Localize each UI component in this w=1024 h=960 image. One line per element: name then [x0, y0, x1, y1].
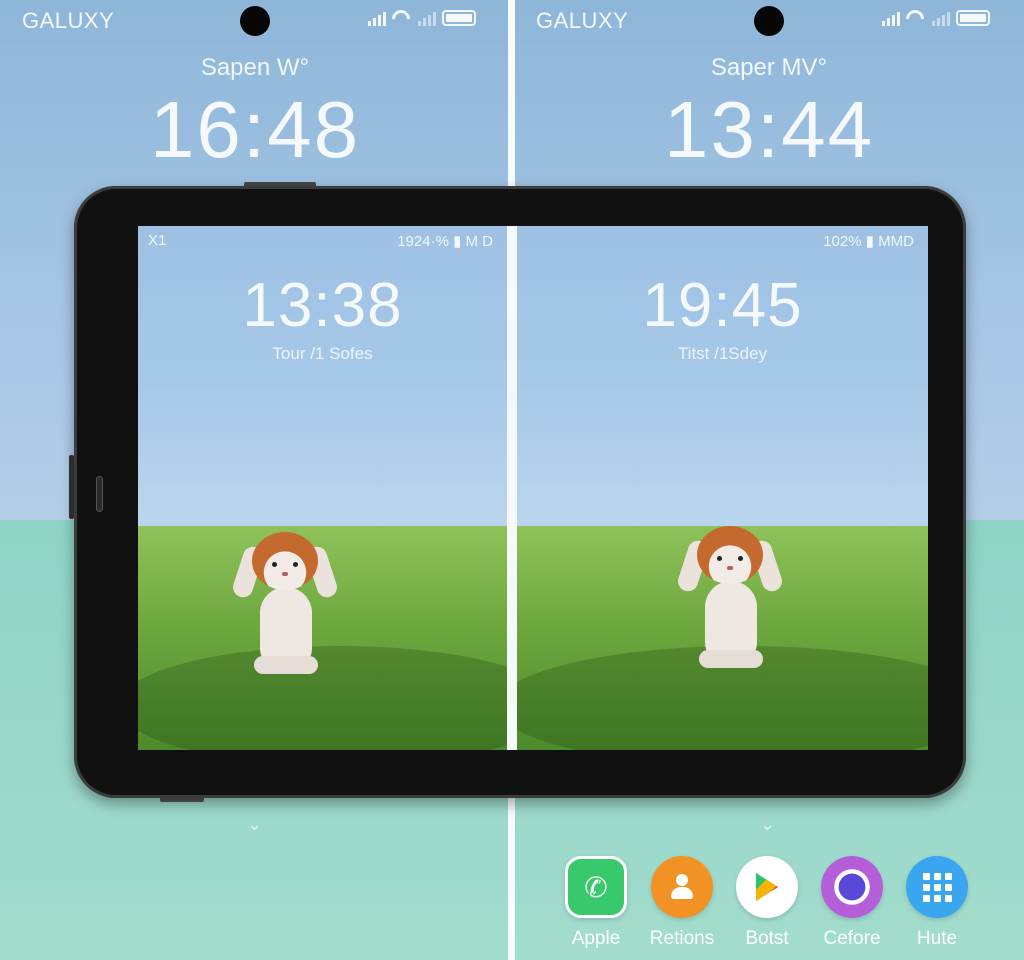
- battery-icon: [956, 10, 990, 26]
- chevron-down-icon[interactable]: ⌄: [760, 814, 775, 835]
- dock-app-label: Cefore: [823, 928, 881, 949]
- side-sensor: [96, 476, 103, 512]
- tablet-clock: 13:38: [242, 271, 403, 340]
- contacts-icon[interactable]: [651, 856, 713, 918]
- signal-secondary-icon: [932, 12, 950, 26]
- play-store-icon[interactable]: [736, 856, 798, 918]
- lock-clock: 16:48: [149, 85, 361, 174]
- dock-app-label: Hute: [916, 928, 958, 949]
- phone-icon[interactable]: ✆: [565, 856, 627, 918]
- wifi-icon: [906, 10, 926, 26]
- wifi-icon: [392, 10, 412, 26]
- apps-grid-icon[interactable]: [906, 856, 968, 918]
- kitten-image: [675, 526, 785, 686]
- front-camera-icon: [754, 6, 784, 36]
- dock-app-label: Botst: [745, 928, 789, 949]
- tablet-right-screen: 102% ▮ MMD 19:45 Titst /1Sdey: [517, 226, 928, 750]
- lock-clock: 13:44: [663, 85, 875, 174]
- owner-name: Sapen W°: [200, 54, 310, 81]
- kitten-head: [252, 532, 318, 590]
- status-bar-icons: [882, 10, 990, 26]
- kitten-image: [230, 532, 340, 692]
- dock-app-grid[interactable]: Hute: [904, 856, 970, 950]
- dock-app-play-store[interactable]: Botst: [734, 856, 800, 950]
- battery-icon: [442, 10, 476, 26]
- kitten-eye: [738, 556, 743, 561]
- dock-app-contacts[interactable]: Retions: [649, 856, 715, 950]
- dock-app-label: Apple: [571, 928, 621, 949]
- dock-app-camera[interactable]: Cefore: [819, 856, 885, 950]
- kitten-body: [260, 587, 312, 667]
- tablet-date: Tour /1 Sofes: [272, 344, 373, 363]
- chevron-down-icon[interactable]: ⌄: [247, 814, 262, 835]
- status-bar-icons: [368, 10, 476, 26]
- owner-name: Saper MV°: [710, 54, 828, 81]
- kitten-feet: [699, 650, 763, 668]
- tablet-left-screen: X1 1924·% ▮ M D 13:38 Tour /1 Sofes: [138, 226, 507, 750]
- dock-app-label: Retions: [649, 928, 715, 949]
- brand-label: GALUXY: [22, 8, 115, 33]
- tablet-date: Titst /1Sdey: [677, 344, 768, 363]
- kitten-nose: [282, 572, 288, 576]
- status-left-text: X1: [148, 232, 167, 249]
- camera-icon[interactable]: [821, 856, 883, 918]
- kitten-feet: [254, 656, 318, 674]
- tablet-split-divider[interactable]: [507, 226, 517, 750]
- kitten-eye: [717, 556, 722, 561]
- signal-icon: [368, 12, 386, 26]
- signal-icon: [882, 12, 900, 26]
- kitten-body: [705, 581, 757, 661]
- brand-label: GALUXY: [536, 8, 629, 33]
- signal-secondary-icon: [418, 12, 436, 26]
- kitten-eye: [293, 562, 298, 567]
- status-right-text: 102% ▮ MMD: [823, 233, 914, 250]
- kitten-head: [697, 526, 763, 584]
- tablet-clock: 19:45: [642, 271, 803, 340]
- kitten-eye: [272, 562, 277, 567]
- status-right-text: 1924·% ▮ M D: [397, 233, 493, 250]
- dock-app-phone[interactable]: ✆ Apple: [563, 856, 629, 950]
- front-camera-icon: [240, 6, 270, 36]
- kitten-nose: [727, 566, 733, 570]
